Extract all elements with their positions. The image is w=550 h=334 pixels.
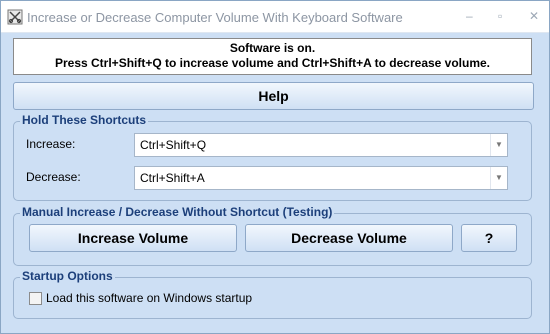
increase-label: Increase: [26,137,76,151]
chevron-down-icon[interactable]: ▼ [490,167,507,189]
minimize-icon[interactable]: – [466,9,473,23]
close-icon[interactable]: ✕ [529,9,539,23]
decrease-volume-button[interactable]: Decrease Volume [245,224,453,252]
title-bar[interactable]: Increase or Decrease Computer Volume Wit… [1,1,549,33]
increase-shortcut-value: Ctrl+Shift+Q [140,138,207,152]
status-line-2: Press Ctrl+Shift+Q to increase volume an… [54,56,491,70]
question-button[interactable]: ? [461,224,517,252]
increase-shortcut-dropdown[interactable]: Ctrl+Shift+Q ▼ [134,133,508,157]
shortcuts-group-title: Hold These Shortcuts [20,113,149,127]
startup-checkbox[interactable] [29,292,42,305]
decrease-shortcut-value: Ctrl+Shift+A [140,171,205,185]
increase-volume-button[interactable]: Increase Volume [29,224,237,252]
startup-group-title: Startup Options [20,269,115,283]
app-window: Increase or Decrease Computer Volume Wit… [0,0,550,334]
window-title: Increase or Decrease Computer Volume Wit… [27,10,403,25]
startup-checkbox-label[interactable]: Load this software on Windows startup [46,291,252,305]
status-message-box: Software is on. Press Ctrl+Shift+Q to in… [13,38,532,75]
help-button[interactable]: Help [13,82,534,110]
decrease-label: Decrease: [26,170,81,184]
manual-group-title: Manual Increase / Decrease Without Short… [20,205,335,219]
app-icon [7,9,23,25]
maximize-icon[interactable]: ▫ [498,9,502,23]
decrease-shortcut-dropdown[interactable]: Ctrl+Shift+A ▼ [134,166,508,190]
status-line-1: Software is on. [229,41,316,55]
chevron-down-icon[interactable]: ▼ [490,134,507,156]
